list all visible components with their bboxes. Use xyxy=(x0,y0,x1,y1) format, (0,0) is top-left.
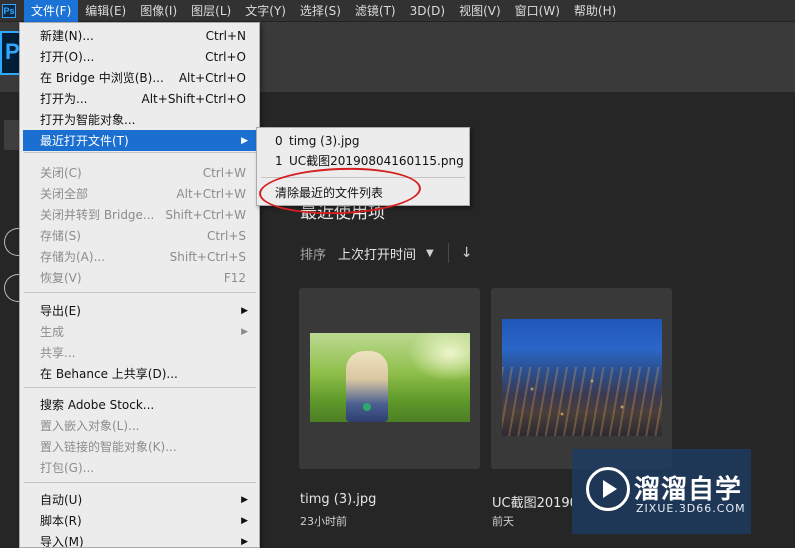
menu-item-open-as-smart-object[interactable]: 打开为智能对象... xyxy=(23,109,256,130)
sort-row: 排序 上次打开时间 ▼ ↓ xyxy=(300,243,472,263)
menu-edit[interactable]: 编辑(E) xyxy=(78,0,133,22)
shortcut: Ctrl+S xyxy=(206,228,246,243)
menu-separator xyxy=(24,387,256,388)
menu-item-search-adobe-stock[interactable]: 搜索 Adobe Stock... xyxy=(23,394,256,415)
menu-type[interactable]: 文字(Y) xyxy=(238,0,293,22)
recent-file-time: 23小时前 xyxy=(300,515,347,528)
menu-select[interactable]: 选择(S) xyxy=(293,0,348,22)
shortcut: Ctrl+O xyxy=(205,49,246,64)
thumbnail-detail xyxy=(502,367,662,436)
recent-file-item[interactable]: 0 timg (3).jpg xyxy=(259,130,467,151)
menu-separator xyxy=(24,152,256,153)
thumbnail-detail xyxy=(363,403,371,411)
sort-label: 排序 xyxy=(300,247,327,263)
shortcut: Alt+Ctrl+O xyxy=(178,70,246,85)
thumbnail-figure xyxy=(346,351,388,422)
menu-3d[interactable]: 3D(D) xyxy=(403,0,452,22)
menu-window[interactable]: 窗口(W) xyxy=(508,0,567,22)
menu-item-browse-in-bridge[interactable]: 在 Bridge 中浏览(B)... Alt+Ctrl+O xyxy=(23,67,256,88)
shortcut: Alt+Ctrl+W xyxy=(176,186,246,201)
menu-image[interactable]: 图像(I) xyxy=(133,0,184,22)
submenu-arrow-icon: ▶ xyxy=(241,515,248,526)
menu-item-recent-files[interactable]: 最近打开文件(T) ▶ xyxy=(23,130,256,151)
menu-item-save[interactable]: 存储(S) Ctrl+S xyxy=(23,225,256,246)
recent-file-title[interactable]: timg (3).jpg xyxy=(300,492,376,507)
shortcut: Alt+Shift+Ctrl+O xyxy=(141,91,246,106)
menu-separator xyxy=(24,482,256,483)
chevron-down-icon[interactable]: ▼ xyxy=(426,248,434,259)
menu-item-open[interactable]: 打开(O)... Ctrl+O xyxy=(23,46,256,67)
photoshop-app-icon: Ps xyxy=(2,3,16,18)
menu-item-automate[interactable]: 自动(U) ▶ xyxy=(23,489,256,510)
menu-item-save-as[interactable]: 存储为(A)... Shift+Ctrl+S xyxy=(23,246,256,267)
file-menu: 新建(N)... Ctrl+N 打开(O)... Ctrl+O 在 Bridge… xyxy=(19,22,260,548)
menu-item-package[interactable]: 打包(G)... xyxy=(23,457,256,478)
shortcut: Ctrl+N xyxy=(205,28,246,43)
shortcut: Shift+Ctrl+W xyxy=(165,207,246,222)
menu-item-open-as[interactable]: 打开为... Alt+Shift+Ctrl+O xyxy=(23,88,256,109)
file-thumbnail xyxy=(502,319,662,436)
menu-item-close-and-go-to-bridge[interactable]: 关闭并转到 Bridge... Shift+Ctrl+W xyxy=(23,204,256,225)
menu-item-revert[interactable]: 恢复(V) F12 xyxy=(23,267,256,288)
recent-file-time: 前天 xyxy=(492,515,514,528)
sort-dropdown[interactable]: 上次打开时间 xyxy=(338,244,416,263)
divider xyxy=(447,243,449,263)
menu-item-share-on-behance[interactable]: 在 Behance 上共享(D)... xyxy=(23,363,256,384)
menu-item-import[interactable]: 导入(M) ▶ xyxy=(23,531,256,547)
recent-file-card[interactable] xyxy=(299,288,480,469)
recent-file-card[interactable] xyxy=(491,288,672,469)
menu-item-place-embedded[interactable]: 置入嵌入对象(L)... xyxy=(23,415,256,436)
submenu-arrow-icon: ▶ xyxy=(241,135,248,146)
menu-view[interactable]: 视图(V) xyxy=(452,0,508,22)
menu-item-new[interactable]: 新建(N)... Ctrl+N xyxy=(23,25,256,46)
menu-help[interactable]: 帮助(H) xyxy=(567,0,623,22)
submenu-arrow-icon: ▶ xyxy=(241,536,248,547)
menu-item-share[interactable]: 共享... xyxy=(23,342,256,363)
watermark-brand: 溜溜自学 xyxy=(634,475,743,505)
menu-item-close[interactable]: 关闭(C) Ctrl+W xyxy=(23,162,256,183)
arrow-down-icon[interactable]: ↓ xyxy=(461,245,473,261)
menu-item-scripts[interactable]: 脚本(R) ▶ xyxy=(23,510,256,531)
shortcut: F12 xyxy=(223,270,246,285)
shortcut: Ctrl+W xyxy=(202,165,246,180)
menu-item-export[interactable]: 导出(E) ▶ xyxy=(23,300,256,321)
watermark-url: ZIXUE.3D66.COM xyxy=(636,502,746,515)
menu-file[interactable]: 文件(F) xyxy=(24,0,79,22)
menu-item-close-all[interactable]: 关闭全部 Alt+Ctrl+W xyxy=(23,183,256,204)
file-thumbnail xyxy=(310,333,470,422)
menu-filter[interactable]: 滤镜(T) xyxy=(348,0,403,22)
menu-bar: Ps 文件(F) 编辑(E) 图像(I) 图层(L) 文字(Y) 选择(S) 滤… xyxy=(0,0,795,22)
submenu-arrow-icon: ▶ xyxy=(241,305,248,316)
submenu-arrow-icon: ▶ xyxy=(241,326,248,337)
watermark: 溜溜自学 ZIXUE.3D66.COM xyxy=(572,449,751,534)
play-icon xyxy=(586,467,630,511)
recent-file-title[interactable]: UC截图20190 xyxy=(492,492,572,511)
menu-item-place-linked[interactable]: 置入链接的智能对象(K)... xyxy=(23,436,256,457)
shortcut: Shift+Ctrl+S xyxy=(169,249,246,264)
submenu-arrow-icon: ▶ xyxy=(241,494,248,505)
menu-layer[interactable]: 图层(L) xyxy=(184,0,238,22)
menu-separator xyxy=(24,292,256,293)
menu-item-generate[interactable]: 生成 ▶ xyxy=(23,321,256,342)
